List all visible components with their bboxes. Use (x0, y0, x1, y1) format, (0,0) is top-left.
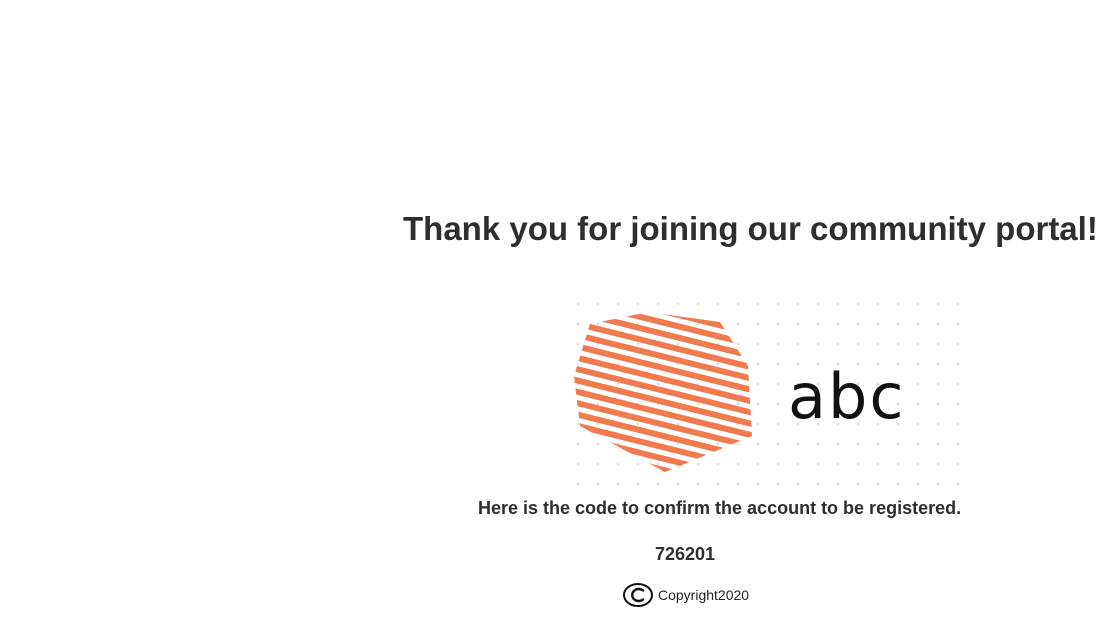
footer: Copyright2020 (622, 582, 749, 608)
abc-logo: abc (570, 296, 965, 486)
email-page: Thank you for joining our community port… (0, 0, 1116, 644)
confirmation-message: Here is the code to confirm the account … (478, 498, 962, 518)
copyright-text: Copyright2020 (658, 587, 750, 603)
copyright-icon (622, 582, 654, 608)
logo-text: abc (788, 360, 905, 433)
page-title: Thank you for joining our community port… (403, 210, 1098, 247)
confirmation-code: 726201 (655, 544, 716, 564)
